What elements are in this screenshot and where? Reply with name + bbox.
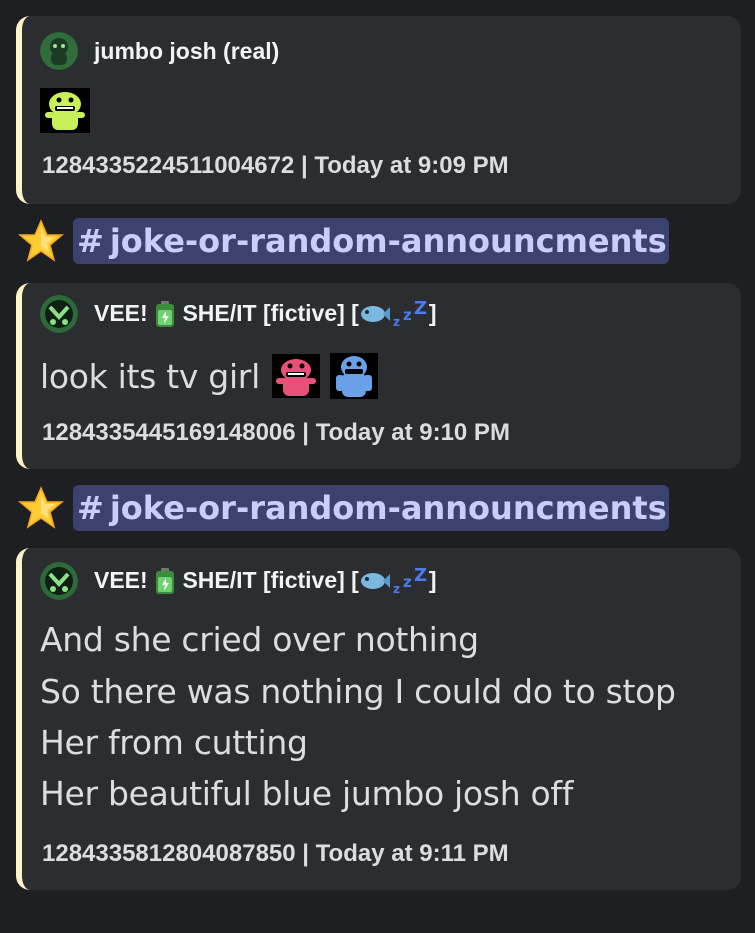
author-suffix: ] (428, 566, 437, 593)
message-body: look its tv girl (40, 353, 378, 399)
blue-jumbo-josh-emoji (329, 353, 378, 399)
star-icon (18, 219, 64, 262)
channel-name: joke-or-random-announcments (109, 222, 667, 260)
message-line-2: So there was nothing I could do to stop (40, 672, 676, 711)
svg-text:z: z (393, 315, 400, 328)
message-embed-3: VEE! SHE/IT [fictive] [ z z Z ] And she … (16, 548, 741, 890)
channel-name: joke-or-random-announcments (109, 489, 667, 527)
svg-text:z: z (403, 573, 412, 591)
pink-jumbo-josh-emoji (271, 354, 320, 398)
avatar-vee[interactable] (40, 295, 78, 333)
author-name[interactable]: VEE! SHE/IT [fictive] [ z z Z ] (94, 567, 437, 596)
message-line-1: And she cried over nothing (40, 620, 479, 659)
author-middle: SHE/IT [fictive] [ (182, 566, 359, 593)
battery-emoji (156, 568, 175, 595)
sleeping-zzz-emoji: z z Z (393, 567, 427, 595)
message-footer: 1284335224511004672 | Today at 9:09 PM (42, 152, 509, 179)
author-prefix: VEE! (94, 566, 148, 593)
hash-icon: # (77, 222, 104, 260)
hash-icon: # (77, 489, 104, 527)
message-footer: 1284335812804087850 | Today at 9:11 PM (42, 840, 509, 867)
author-suffix: ] (428, 299, 437, 326)
channel-row-1: # joke-or-random-announcments (18, 218, 669, 264)
channel-mention[interactable]: # joke-or-random-announcments (73, 485, 669, 531)
battery-emoji (156, 301, 175, 328)
author-name[interactable]: VEE! SHE/IT [fictive] [ z z Z ] (94, 300, 437, 329)
fish-emoji (360, 306, 390, 323)
author-name[interactable]: jumbo josh (real) (94, 38, 279, 65)
channel-row-2: # joke-or-random-announcments (18, 485, 669, 531)
svg-text:z: z (403, 306, 412, 324)
embed-author[interactable]: jumbo josh (real) (40, 32, 279, 70)
svg-text:Z: Z (414, 300, 427, 319)
green-jumbo-josh-emoji (40, 88, 90, 133)
author-middle: SHE/IT [fictive] [ (182, 299, 359, 326)
svg-text:z: z (393, 582, 400, 595)
message-line-3: Her from cutting (40, 723, 308, 762)
fish-emoji (360, 573, 390, 590)
avatar-jumbo-josh[interactable] (40, 32, 78, 70)
avatar-vee[interactable] (40, 562, 78, 600)
message-footer: 1284335445169148006 | Today at 9:10 PM (42, 419, 510, 446)
star-icon (18, 486, 64, 529)
channel-mention[interactable]: # joke-or-random-announcments (73, 218, 669, 264)
message-text: look its tv girl (40, 356, 260, 396)
embed-author[interactable]: VEE! SHE/IT [fictive] [ z z Z ] (40, 562, 437, 600)
message-embed-1: jumbo josh (real) 1284335224511004672 | … (16, 16, 741, 204)
svg-text:Z: Z (414, 567, 427, 586)
message-embed-2: VEE! SHE/IT [fictive] [ z z Z ] look its… (16, 283, 741, 469)
sleeping-zzz-emoji: z z Z (393, 300, 427, 328)
message-line-4: Her beautiful blue jumbo josh off (40, 774, 574, 813)
embed-author[interactable]: VEE! SHE/IT [fictive] [ z z Z ] (40, 295, 437, 333)
author-prefix: VEE! (94, 299, 148, 326)
